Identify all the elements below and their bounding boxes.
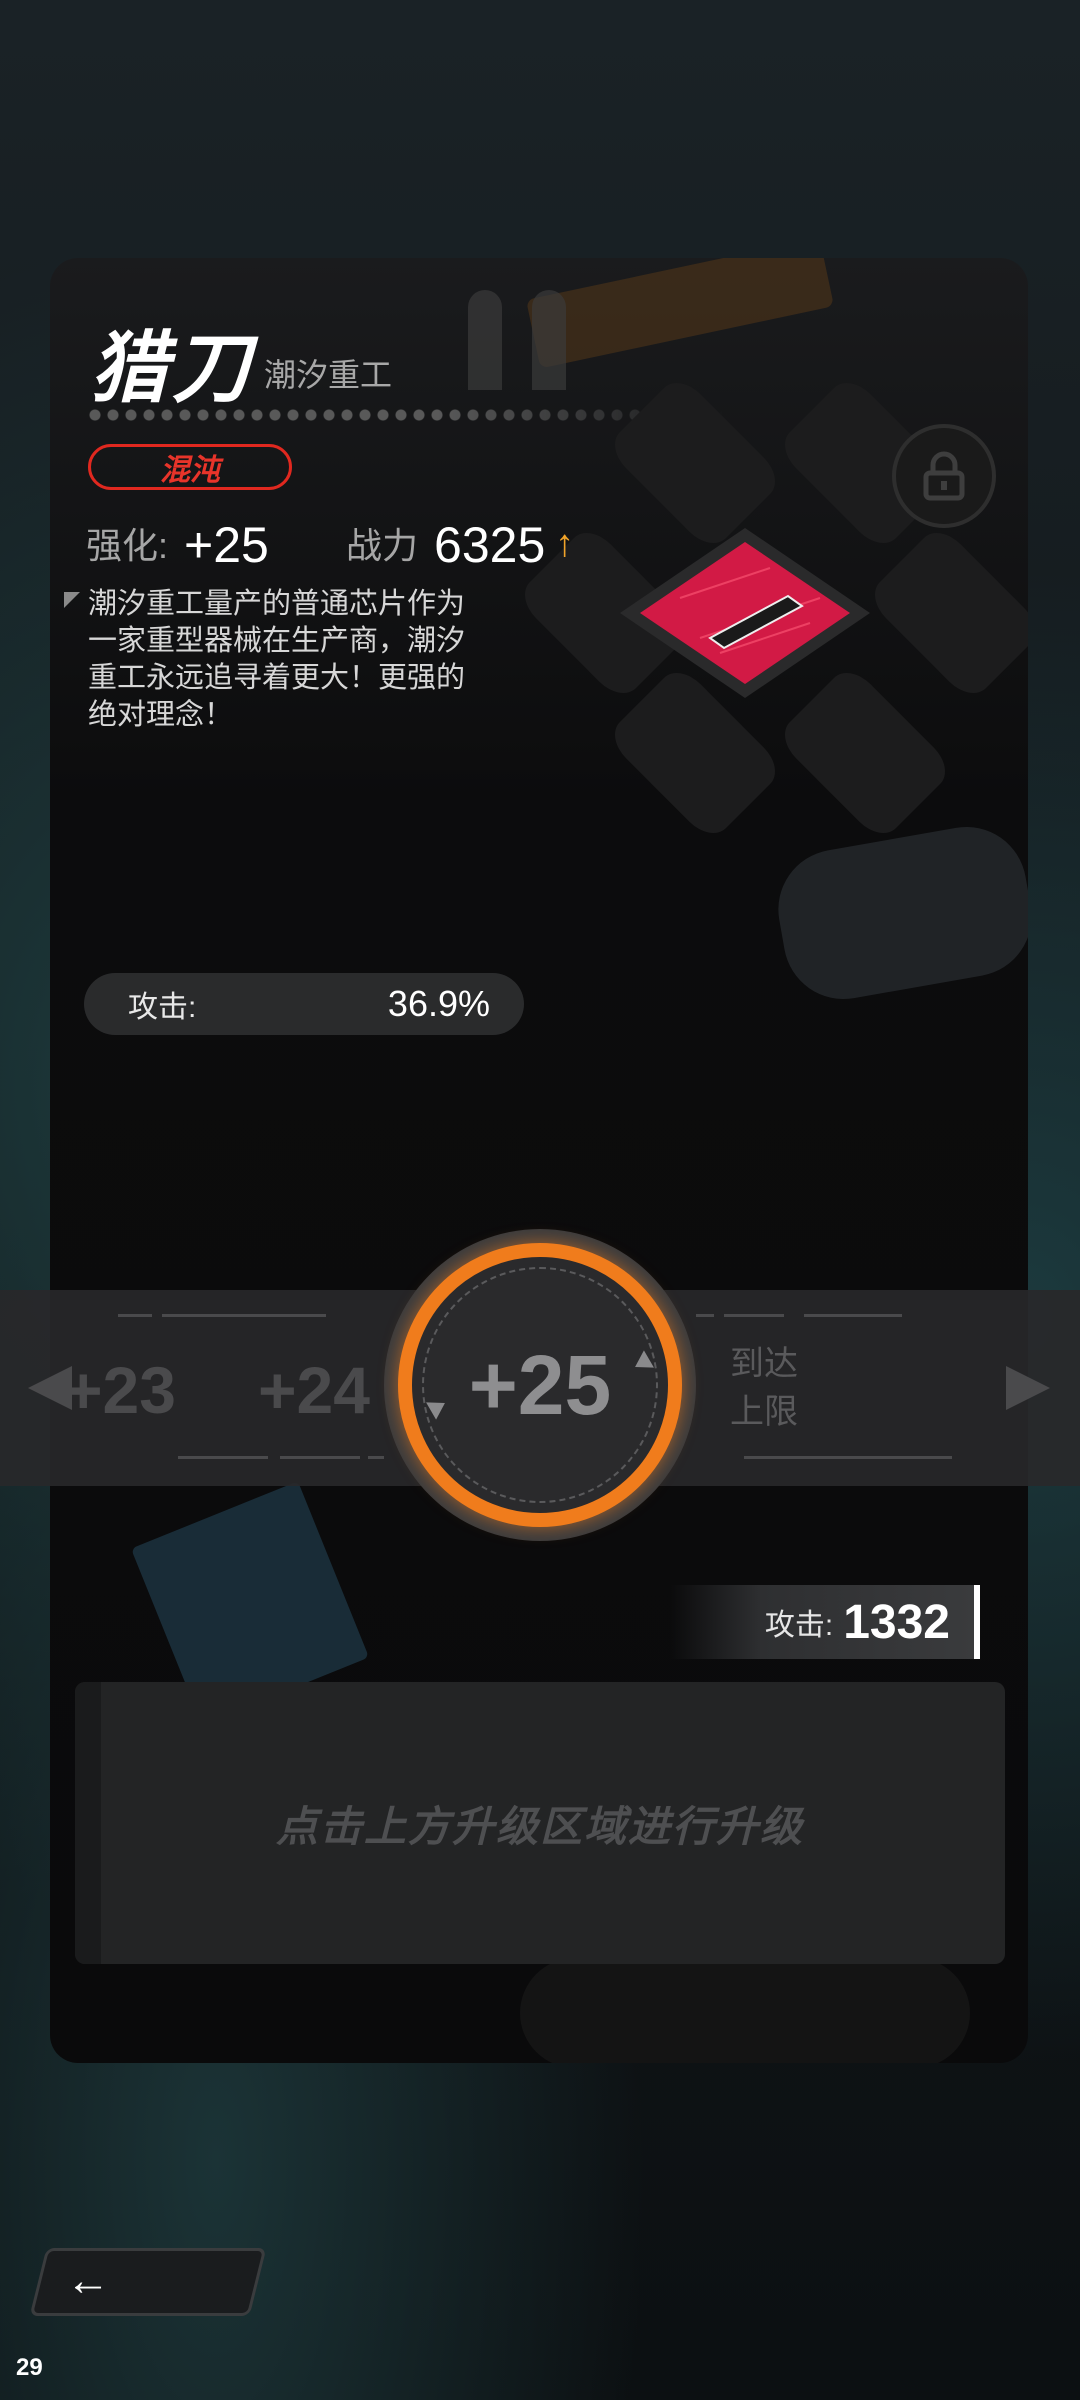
attribute-row: 攻击: 36.9% xyxy=(84,973,524,1035)
ammo-decoration xyxy=(468,290,596,395)
attribute-value: 36.9% xyxy=(387,983,490,1024)
attack-total-value: 1332 xyxy=(843,1595,950,1649)
fps-counter: 29 xyxy=(16,2354,43,2381)
max-line1: 到达 xyxy=(730,1345,798,1383)
arrow-left-back-icon[interactable]: ← xyxy=(66,2256,110,2306)
attribute-label: 攻击: xyxy=(128,991,197,1024)
rarity-label: 混沌 xyxy=(160,454,220,487)
arrow-up-icon: ↑ xyxy=(555,523,575,565)
upgrade-dial-inner[interactable]: +25 xyxy=(422,1267,658,1503)
lock-icon xyxy=(923,451,965,501)
enhance-value: +25 xyxy=(184,517,269,573)
arrow-right-icon[interactable] xyxy=(1006,1366,1050,1410)
enhance-stat: 强化: +25 xyxy=(86,516,269,574)
item-name: 猎刀 xyxy=(90,324,255,412)
lock-button[interactable] xyxy=(892,424,996,528)
chip-icon xyxy=(620,528,870,698)
attack-total-label: 攻击: xyxy=(764,1609,834,1642)
upgrade-hint: 点击上方升级区域进行升级 xyxy=(275,1802,804,1850)
power-label: 战力 xyxy=(346,525,419,566)
attack-total: 攻击: 1332 xyxy=(670,1585,980,1659)
item-description: 潮汐重工量产的普通芯片作为一家重型器械在生产商，潮汐重工永远追寻着更大！更强的绝… xyxy=(88,588,466,731)
level-option-max[interactable]: 到达 上限 xyxy=(730,1340,798,1436)
max-line2: 上限 xyxy=(730,1393,798,1431)
power-value: 6325 xyxy=(434,517,546,573)
power-stat: 战力 6325 ↑ xyxy=(346,516,574,574)
level-option-prev2[interactable]: +23 xyxy=(64,1352,176,1428)
upgrade-dial[interactable]: +25 xyxy=(384,1229,696,1541)
upgrade-hint-panel: 点击上方升级区域进行升级 xyxy=(75,1682,1005,1964)
level-option-prev1[interactable]: +24 xyxy=(258,1352,370,1428)
graffiti-decoration xyxy=(520,1958,970,2063)
rarity-badge: 混沌 xyxy=(88,444,292,490)
current-level: +25 xyxy=(468,1337,612,1432)
enhance-label: 强化: xyxy=(86,525,169,566)
item-maker: 潮汐重工 xyxy=(264,357,393,393)
corner-mark-icon xyxy=(64,592,80,608)
